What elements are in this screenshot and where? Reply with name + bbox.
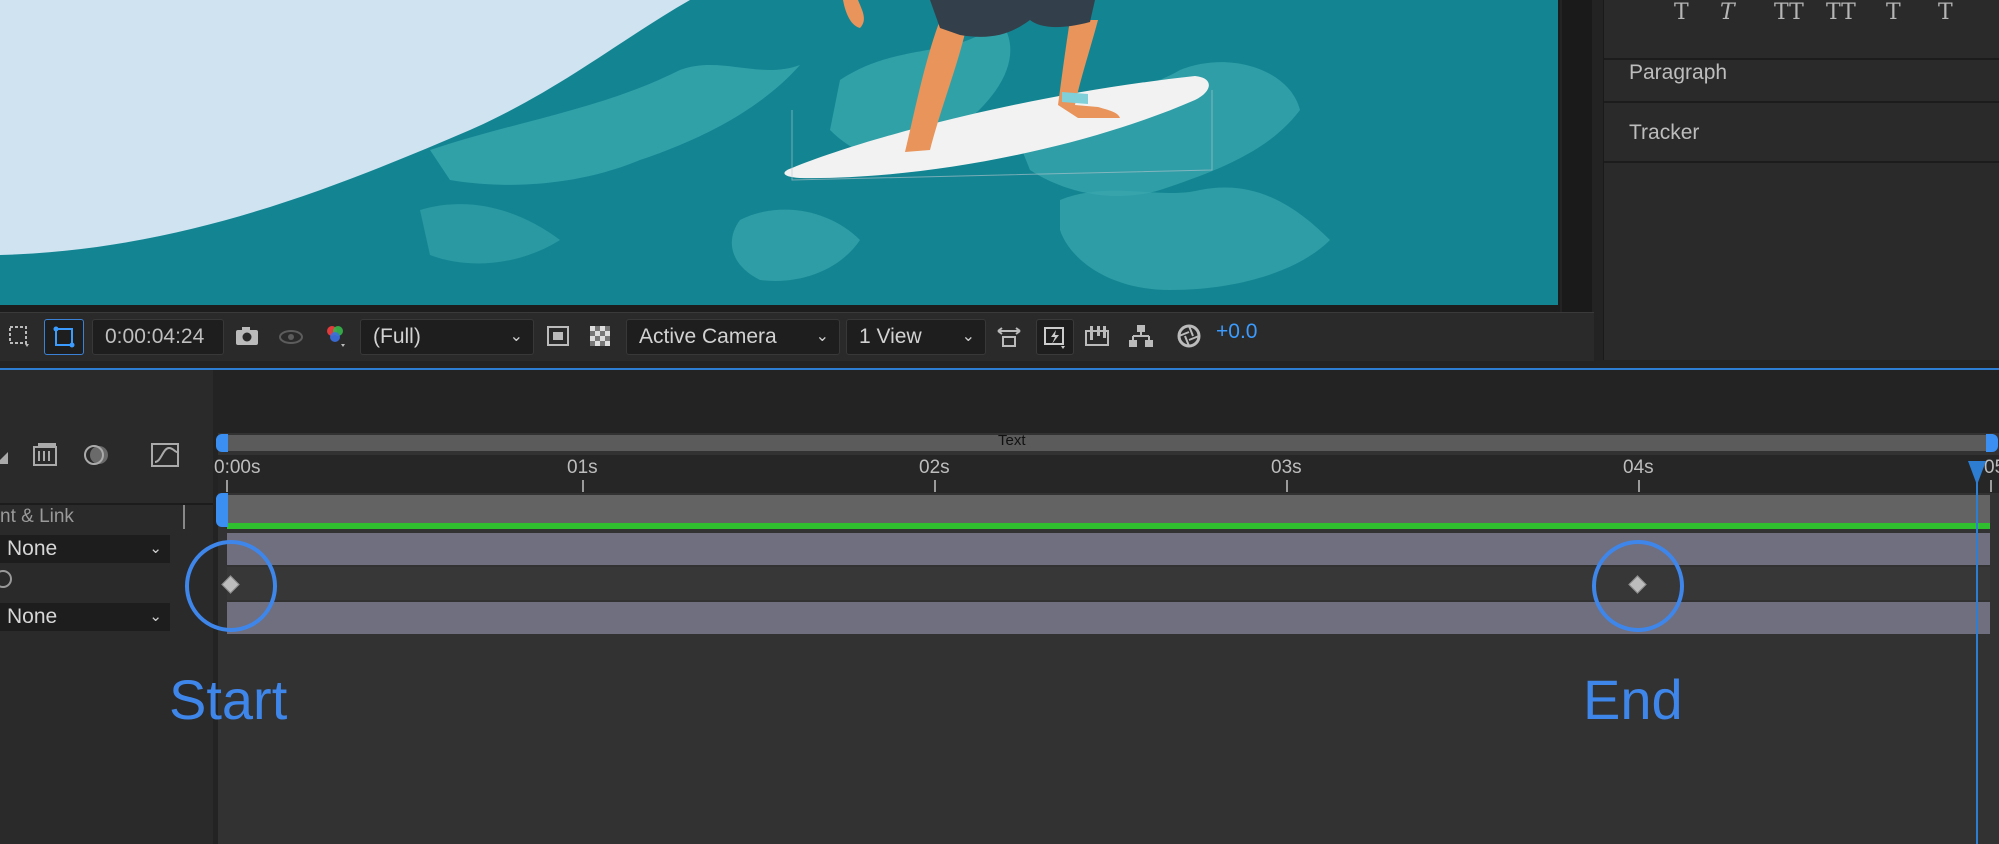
layer-outline-panel: nt & Link None ⌄ None ⌄ [0,370,213,844]
frame-blending-icon[interactable] [30,440,60,470]
current-time-display[interactable]: 0:00:04:24 [92,319,224,355]
camera-view-dropdown[interactable]: Active Camera ⌄ [626,319,840,355]
composition-canvas[interactable] [0,0,1558,305]
panel-tracker-label: Tracker [1629,121,1700,144]
resolution-dropdown[interactable]: (Full) ⌄ [360,319,534,355]
ruler-tick-label: 05s [1984,457,1999,478]
mask-path-toggle-icon[interactable] [44,319,84,355]
ruler-tick-label: 02s [919,457,950,478]
flowchart-icon[interactable] [1126,321,1156,351]
checkerboard-icon[interactable] [586,321,614,351]
ruler-tick [1990,480,1992,492]
chevron-down-icon: ⌄ [149,608,162,625]
chevron-down-icon: ⌄ [149,540,162,557]
chevron-down-icon: ⌄ [815,328,829,345]
divider [0,503,213,505]
layer-duration-bar[interactable] [227,495,1990,525]
all-caps-icon[interactable]: T [1674,0,1689,25]
keyframe-highlight-ring [1592,540,1684,632]
superscript-icon[interactable]: TT [1826,0,1856,25]
ruler-tick [582,480,584,492]
surfer-illustration [0,0,1558,305]
panel-tracker[interactable]: Tracker [1604,103,1999,163]
small-caps-icon[interactable]: TT [1774,0,1804,25]
ruler-tick-label: 03s [1271,457,1302,478]
keyframe-highlight-ring [185,540,277,632]
color-channels-icon[interactable] [320,321,350,351]
time-ruler[interactable] [218,455,1999,493]
region-of-interest-icon[interactable] [4,321,34,351]
layer-2-mode-dropdown[interactable]: None ⌄ [0,603,170,631]
column-divider[interactable] [183,505,185,529]
faux-italic-icon[interactable]: T [1720,0,1735,25]
ruler-tick [1638,480,1640,492]
layer-2-bar[interactable] [227,602,1990,634]
graph-editor-icon[interactable] [148,440,182,470]
exposure-value[interactable]: +0.0 [1216,320,1257,344]
resolution-value: (Full) [373,325,421,348]
work-area-start-handle[interactable] [216,434,228,452]
underline-type-icon[interactable]: T [1886,0,1901,25]
ruler-tick [1286,480,1288,492]
chevron-down-icon: ⌄ [961,328,975,345]
timecode-text: 0:00:04:24 [105,325,205,348]
draft-3d-icon[interactable] [0,440,14,470]
subscript-icon[interactable]: T [1938,0,1953,25]
keyframe-annotation-label: End [1583,668,1683,731]
ruler-tick-label: 04s [1623,457,1654,478]
motion-blur-icon[interactable] [82,440,112,470]
snapshot-camera-icon[interactable] [232,321,262,351]
fast-preview-icon[interactable] [1036,319,1074,355]
ruler-tick-label: 0:00s [214,457,261,478]
ruler-tick [934,480,936,492]
layer-1-bar[interactable] [227,533,1990,565]
keyframe-annotation-label: Start [169,668,288,731]
work-area-end-handle[interactable] [1986,434,1998,452]
current-time-indicator[interactable] [1976,462,1978,844]
stopwatch-icon[interactable] [0,570,12,588]
work-area-label: Text [998,432,1026,449]
chevron-down-icon: ⌄ [509,328,523,345]
work-area-bar[interactable]: Text [218,432,1990,451]
ruler-tick-label: 01s [567,457,598,478]
layer-in-handle[interactable] [216,493,228,527]
show-snapshot-icon[interactable] [276,321,306,351]
transparency-grid-icon[interactable] [544,321,572,351]
composition-viewer[interactable] [0,0,1560,312]
camera-view-value: Active Camera [639,325,777,348]
ruler-tick [226,480,228,492]
column-header-parent-link[interactable]: nt & Link [0,506,74,528]
timeline-icon[interactable] [1082,321,1112,351]
layer-1-mode-dropdown[interactable]: None ⌄ [0,535,170,563]
layer-2-mode-value: None [7,605,58,628]
viewer-toolbar: 0:00:04:24 (Full) ⌄ Active Camera ⌄ 1 Vi… [0,312,1594,361]
exposure-reset-icon[interactable] [1174,321,1204,351]
playhead-handle[interactable] [1968,461,1986,485]
panel-paragraph-label: Paragraph [1629,61,1728,84]
panel-paragraph[interactable]: Paragraph [1604,43,1999,103]
right-panel: T T TT TT T T Paragraph Tracker [1603,0,1999,360]
property-keyframe-track[interactable] [227,567,1990,600]
work-area-green-bar [227,523,1990,529]
viewer-divider [1562,0,1592,312]
view-layout-dropdown[interactable]: 1 View ⌄ [846,319,986,355]
layer-1-mode-value: None [7,537,58,560]
resize-views-icon[interactable] [994,321,1024,351]
view-layout-value: 1 View [859,325,922,348]
